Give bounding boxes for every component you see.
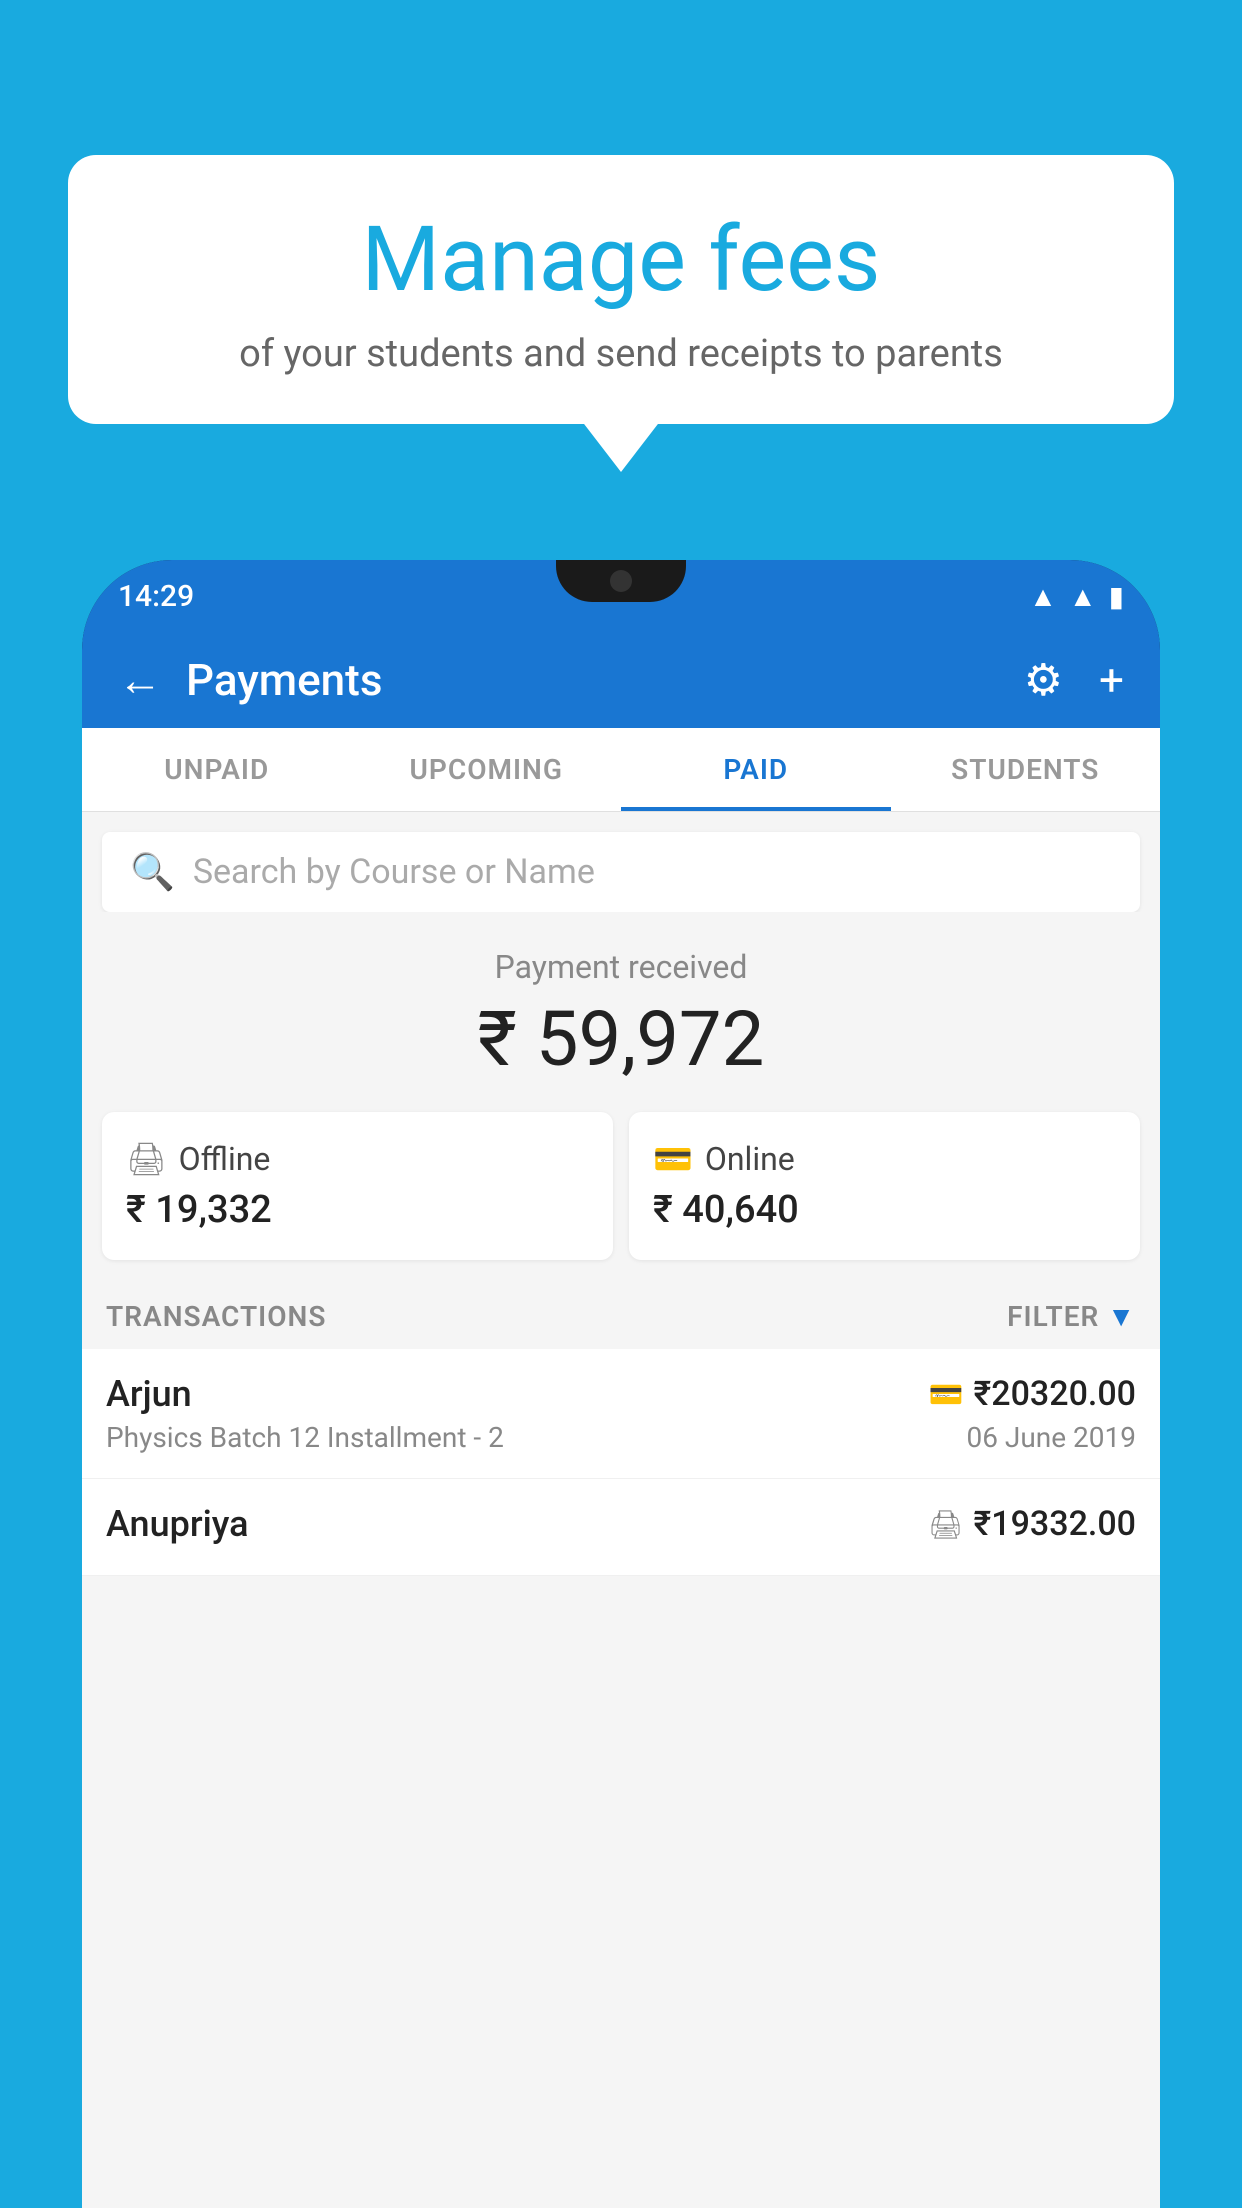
back-button[interactable]: ← xyxy=(118,654,162,706)
camera-notch xyxy=(610,570,632,592)
bubble-subtitle: of your students and send receipts to pa… xyxy=(128,332,1114,376)
add-icon[interactable]: + xyxy=(1099,654,1124,706)
payment-cards: 🖨 Offline ₹ 19,332 💳 Online ₹ 40,640 xyxy=(82,1112,1160,1284)
trans-course: Physics Batch 12 Installment - 2 xyxy=(106,1421,504,1454)
trans-name: Arjun xyxy=(106,1373,192,1415)
battery-icon: ▮ xyxy=(1109,580,1124,613)
online-label: Online xyxy=(705,1140,795,1178)
offline-label: Offline xyxy=(179,1140,271,1178)
search-bar[interactable]: 🔍 Search by Course or Name xyxy=(102,832,1140,912)
payment-received-amount: ₹ 59,972 xyxy=(82,994,1160,1084)
offline-payment-icon: 🖨 xyxy=(928,1508,964,1541)
transactions-label: TRANSACTIONS xyxy=(106,1300,326,1333)
trans-amount-row-2: 🖨 ₹19332.00 xyxy=(928,1504,1136,1544)
wifi-icon: ▲ xyxy=(1029,580,1057,613)
transaction-row[interactable]: Anupriya 🖨 ₹19332.00 xyxy=(82,1479,1160,1576)
settings-icon[interactable]: ⚙ xyxy=(1024,654,1063,706)
online-amount: ₹ 40,640 xyxy=(653,1188,1116,1232)
phone-notch xyxy=(556,560,686,602)
offline-amount: ₹ 19,332 xyxy=(126,1188,589,1232)
offline-card-icon: 🖨 xyxy=(126,1140,167,1178)
tabs-bar: UNPAID UPCOMING PAID STUDENTS xyxy=(82,728,1160,812)
transactions-header: TRANSACTIONS FILTER ▼ xyxy=(82,1284,1160,1349)
online-card: 💳 Online ₹ 40,640 xyxy=(629,1112,1140,1260)
page-title: Payments xyxy=(186,654,988,706)
status-icons: ▲ ▲ ▮ xyxy=(1029,580,1124,613)
phone-screen: 🔍 Search by Course or Name Payment recei… xyxy=(82,812,1160,2208)
tab-unpaid[interactable]: UNPAID xyxy=(82,728,352,811)
online-card-icon: 💳 xyxy=(653,1140,693,1178)
phone-frame: 14:29 ▲ ▲ ▮ ← Payments ⚙ + UNPAID UPCOMI… xyxy=(82,560,1160,2208)
tab-paid[interactable]: PAID xyxy=(621,728,891,811)
signal-icon: ▲ xyxy=(1069,580,1097,613)
tab-upcoming[interactable]: UPCOMING xyxy=(352,728,622,811)
payment-received-section: Payment received ₹ 59,972 xyxy=(82,912,1160,1112)
filter-label: FILTER xyxy=(1007,1300,1099,1333)
payment-received-label: Payment received xyxy=(82,948,1160,986)
status-time: 14:29 xyxy=(118,579,194,614)
trans-amount-row: 💳 ₹20320.00 xyxy=(929,1374,1136,1414)
app-header: ← Payments ⚙ + xyxy=(82,632,1160,728)
search-icon: 🔍 xyxy=(130,851,175,893)
bubble-title: Manage fees xyxy=(128,207,1114,312)
filter-icon: ▼ xyxy=(1107,1300,1136,1333)
online-payment-icon: 💳 xyxy=(929,1378,964,1411)
trans-amount-2: ₹19332.00 xyxy=(974,1504,1136,1544)
offline-card: 🖨 Offline ₹ 19,332 xyxy=(102,1112,613,1260)
trans-name-2: Anupriya xyxy=(106,1503,249,1545)
filter-button[interactable]: FILTER ▼ xyxy=(1007,1300,1136,1333)
transaction-row[interactable]: Arjun 💳 ₹20320.00 Physics Batch 12 Insta… xyxy=(82,1349,1160,1479)
search-placeholder: Search by Course or Name xyxy=(193,852,595,892)
status-bar: 14:29 ▲ ▲ ▮ xyxy=(82,560,1160,632)
speech-bubble: Manage fees of your students and send re… xyxy=(68,155,1174,424)
tab-students[interactable]: STUDENTS xyxy=(891,728,1161,811)
trans-date: 06 June 2019 xyxy=(966,1421,1136,1454)
trans-amount: ₹20320.00 xyxy=(974,1374,1136,1414)
